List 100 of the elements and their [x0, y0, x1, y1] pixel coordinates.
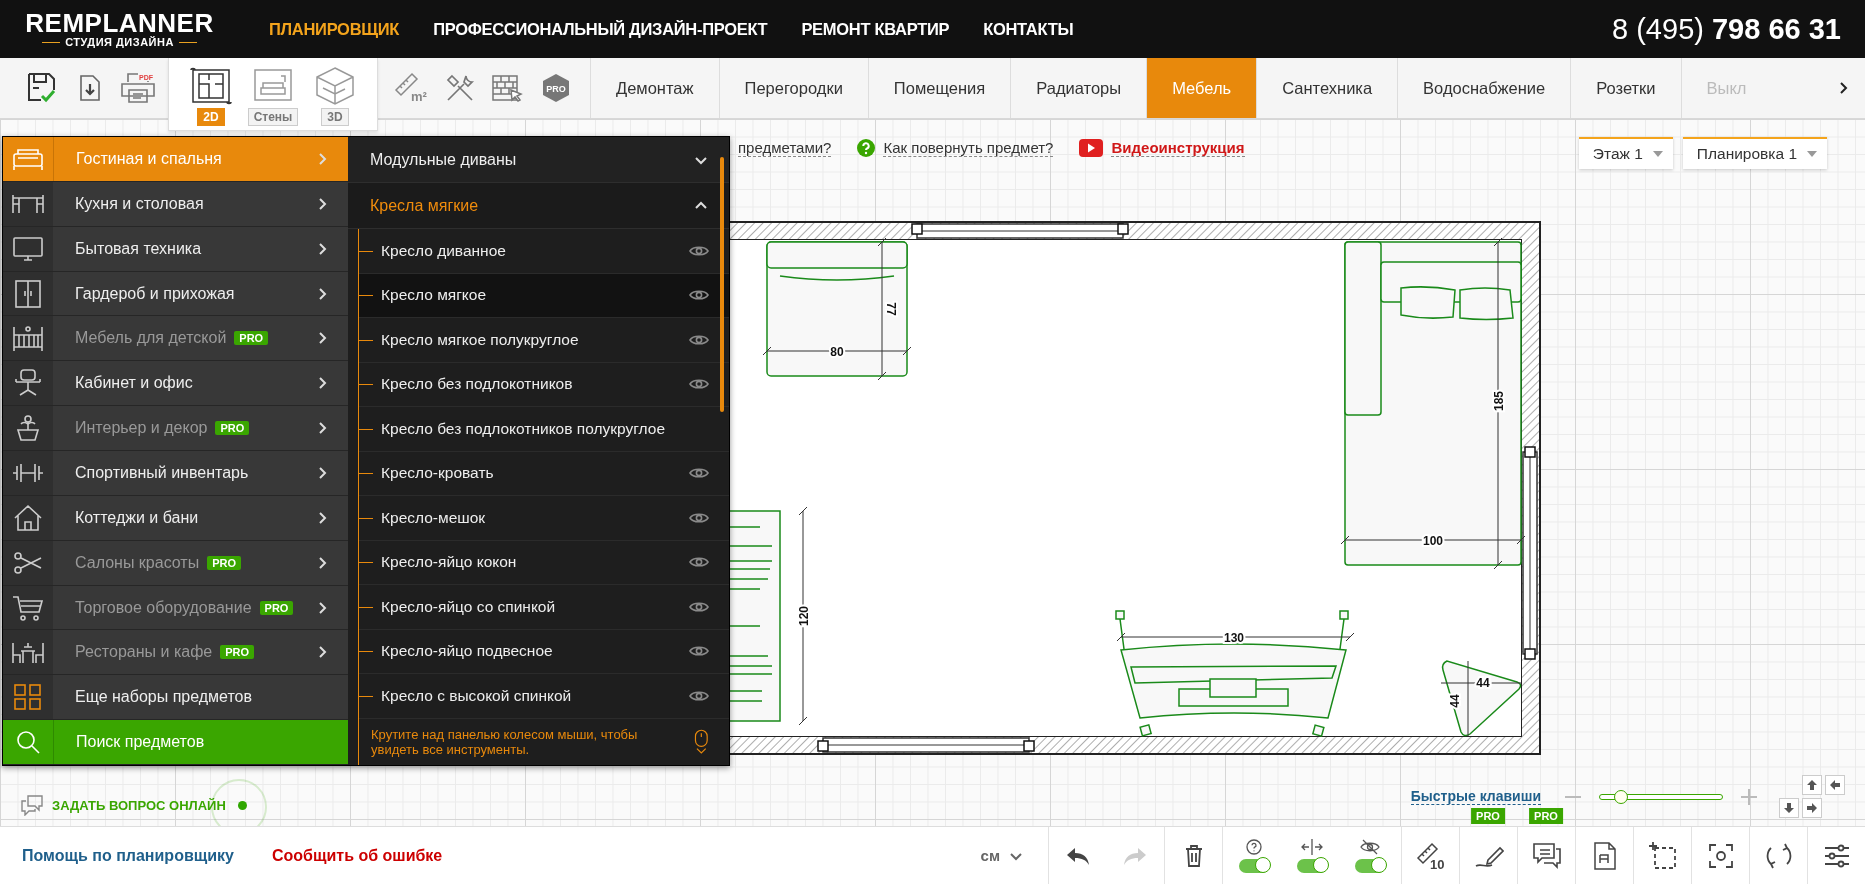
nav-link[interactable]: ПЛАНИРОВЩИК [269, 19, 400, 39]
file-icon [1592, 840, 1617, 871]
category-item[interactable]: Рестораны и кафе PRO [3, 630, 348, 676]
shortcuts-link[interactable]: Быстрые клавиши [1410, 788, 1541, 805]
trash-icon [1183, 843, 1204, 868]
category-item[interactable]: Еще наборы предметов [3, 675, 348, 721]
eye-icon[interactable] [689, 688, 709, 703]
chevron-right-icon [316, 601, 328, 614]
arrow-down-icon [1784, 803, 1794, 813]
crib-icon [11, 323, 45, 354]
eye-icon[interactable] [689, 288, 709, 303]
category-item[interactable]: Бытовая техника [3, 226, 348, 272]
nav-link[interactable]: КОНТАКТЫ [983, 19, 1074, 39]
category-item[interactable]: Кабинет и офис [3, 361, 348, 407]
furniture-item[interactable]: Кресло мягкое [359, 273, 729, 318]
arrow-up-icon [1807, 780, 1817, 790]
pro-hexagon-icon: PRO [541, 73, 571, 103]
selection-icon [1648, 841, 1677, 870]
eye-icon[interactable] [689, 332, 709, 347]
blueprint-icon [189, 66, 233, 106]
category-item[interactable]: Гардероб и прихожая [3, 271, 348, 317]
help-link[interactable]: Видеоинструкция [1111, 139, 1245, 157]
question-circle-icon [1246, 838, 1262, 855]
slider-thumb[interactable] [1613, 789, 1628, 804]
window-drawing[interactable] [911, 223, 1129, 239]
pro-badge: PRO [1471, 808, 1505, 824]
category-item[interactable]: Торговое оборудование PRO [3, 585, 348, 631]
pan-down-button[interactable] [1779, 798, 1799, 818]
eye-icon[interactable] [689, 555, 709, 570]
eye-icon[interactable] [689, 510, 709, 525]
chevron-right-icon [316, 646, 328, 659]
chevron-right-icon [316, 332, 328, 345]
chevron-right-icon [316, 152, 328, 165]
screenshot-icon [1707, 842, 1734, 869]
eye-icon[interactable] [689, 644, 709, 659]
document-arrow-icon [79, 74, 101, 102]
pan-left-button[interactable] [1825, 775, 1845, 795]
category-tab[interactable]: Перегородки [718, 58, 868, 118]
redo-icon [1123, 845, 1147, 866]
help-link[interactable]: Как повернуть предмет? [883, 139, 1054, 157]
category-item[interactable]: Кухня и столовая [3, 181, 348, 227]
planner-canvas[interactable] [0, 119, 1865, 826]
caret-icon [1652, 151, 1663, 157]
help-link[interactable]: предметами? [738, 139, 832, 157]
logo-text[interactable]: REMPLANNER [25, 10, 214, 36]
pro-badge: PRO [220, 645, 255, 660]
pro-badge: PRO [215, 421, 250, 436]
brick-wall-icon [491, 72, 525, 104]
toggle-switch[interactable] [1355, 858, 1385, 873]
armchair-drawing[interactable] [766, 241, 908, 377]
eye-icon[interactable] [689, 377, 709, 392]
nav-link[interactable]: РЕМОНТ КВАРТИР [801, 19, 950, 39]
pro-badge: PRO [207, 555, 242, 570]
question-icon [857, 139, 876, 157]
dimension-label: 120 [797, 606, 811, 626]
category-item[interactable]: Коттеджи и бани [3, 495, 348, 541]
scroll-thumb[interactable] [720, 157, 724, 412]
chevron-right-icon [316, 556, 328, 569]
nav-link[interactable]: ПРОФЕССИОНАЛЬНЫЙ ДИЗАЙН-ПРОЕКТ [433, 19, 768, 39]
category-item[interactable]: Мебель для детской PRO [3, 316, 348, 362]
eye-icon[interactable] [689, 243, 709, 258]
dimension-label: 77 [884, 302, 898, 316]
window-drawing[interactable] [1522, 446, 1538, 660]
dimension-label: 100 [1423, 534, 1443, 548]
scale-button[interactable]: 10 [1401, 827, 1459, 884]
chevron-right-icon [316, 466, 328, 479]
category-tab[interactable]: Помещения [867, 58, 1011, 118]
pro-badge: PRO [234, 331, 269, 346]
pro-button[interactable]: PRO [538, 66, 574, 110]
category-item[interactable]: Спортивный инвентарь [3, 451, 348, 496]
pro-badge: PRO [259, 600, 294, 615]
view-mode-tab[interactable]: 3D [321, 108, 349, 126]
dimension-label: 80 [830, 345, 844, 359]
pan-right-button[interactable] [1802, 798, 1822, 818]
report-error-link[interactable]: Сообщить об ошибке [272, 846, 443, 865]
category-tab[interactable]: Демонтаж [590, 58, 719, 118]
cube-room-icon [313, 66, 357, 106]
view-mode-tab[interactable]: Стены [247, 108, 299, 126]
dimension-label: 185 [1492, 391, 1506, 411]
eye-icon[interactable] [689, 599, 709, 614]
category-tab[interactable]: Водоснабжение [1397, 58, 1571, 118]
scroll-hint: Крутите над панелью колесом мыши, чтобы увидеть все инструменты. [371, 726, 639, 757]
category-tab[interactable]: Розетки [1570, 58, 1681, 118]
category-item[interactable]: Интерьер и декор PRO [3, 406, 348, 451]
group-header[interactable]: Модульные диваны [348, 137, 729, 183]
corner-table-drawing[interactable] [1440, 660, 1522, 737]
dropdown[interactable]: Планировка 1 [1682, 137, 1827, 169]
category-tab[interactable]: Сантехника [1256, 58, 1398, 118]
chevron-right-icon [316, 242, 328, 255]
window-drawing[interactable] [817, 737, 1035, 753]
toggle-switch[interactable] [1297, 858, 1327, 873]
unit-dropdown[interactable]: см [966, 827, 1048, 884]
tv-stand-drawing[interactable] [1115, 610, 1349, 738]
chevron-right-icon [316, 511, 328, 524]
category-item[interactable]: Салоны красоты PRO [3, 540, 348, 586]
toggle-switch[interactable] [1239, 858, 1269, 873]
dropdown[interactable]: Этаж 1 [1578, 137, 1673, 169]
pan-up-button[interactable] [1802, 775, 1822, 795]
help-link[interactable]: Помощь по планировщику [22, 846, 234, 865]
eye-icon[interactable] [689, 466, 709, 481]
